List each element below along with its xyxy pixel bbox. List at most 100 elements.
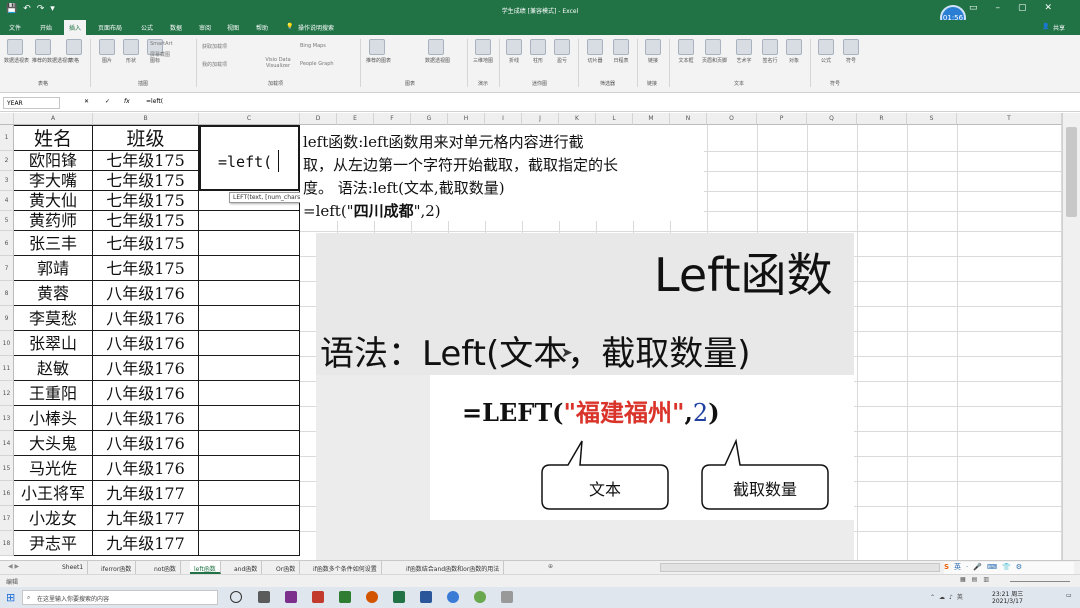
people-graph-button[interactable]: People Graph [300,61,334,67]
class-cell[interactable]: 八年级176 [93,306,199,331]
table-cell[interactable] [199,356,300,381]
name-cell[interactable]: 黄蓉 [14,281,93,306]
app-icon[interactable] [285,591,297,603]
column-header[interactable]: T [957,113,1062,125]
class-cell[interactable]: 九年级177 [93,531,199,556]
table-cell[interactable] [199,331,300,356]
row-header[interactable]: 3 [0,171,14,191]
sheet-tab[interactable]: if函数结合and函数和or函数的用法 [402,561,505,574]
sheet-tab[interactable]: and函数 [230,561,263,574]
row-header[interactable]: 14 [0,431,14,456]
object-button[interactable]: 对象 [783,39,805,64]
name-cell[interactable]: 王重阳 [14,381,93,406]
menu-file[interactable]: 文件 [9,23,21,32]
menu-data[interactable]: 数据 [170,23,182,32]
column-header[interactable]: K [559,113,596,125]
table-cell[interactable] [199,381,300,406]
app-icon[interactable] [258,591,270,603]
wordart-button[interactable]: 艺术字 [733,39,755,64]
taskbar-date[interactable]: 2021/3/17 [992,598,1023,605]
windows-start-icon[interactable]: ⊞ [6,591,15,604]
class-cell[interactable]: 九年级177 [93,481,199,506]
column-header[interactable]: R [857,113,907,125]
sheet-tab[interactable]: not函数 [150,561,181,574]
row-header[interactable]: 5 [0,211,14,231]
name-cell[interactable]: 黄药师 [14,211,93,231]
text-box-button[interactable]: 文本框 [675,39,697,64]
name-cell[interactable]: 黄大仙 [14,191,93,211]
name-cell[interactable]: 小王将军 [14,481,93,506]
symbol-button[interactable]: 符号 [840,39,862,64]
header-cell-name[interactable]: 姓名 [14,125,93,151]
column-header[interactable]: L [596,113,633,125]
row-header[interactable]: 12 [0,381,14,406]
column-header[interactable]: I [485,113,522,125]
name-cell[interactable]: 郭靖 [14,256,93,281]
share-button[interactable]: 共享 [1053,23,1065,32]
smartart-button[interactable]: SmartArt [150,41,173,47]
column-header[interactable]: C [199,113,300,125]
name-cell[interactable]: 张三丰 [14,231,93,256]
class-cell[interactable]: 八年级176 [93,281,199,306]
window-controls[interactable]: ▭–▢✕ [969,3,1070,13]
sparkline-column-button[interactable]: 柱形 [527,39,549,64]
column-header[interactable]: A [14,113,93,125]
class-cell[interactable]: 七年级175 [93,231,199,256]
slicer-button[interactable]: 切片器 [584,39,606,64]
app-icon[interactable] [312,591,324,603]
quick-access-toolbar[interactable]: 💾↶↷▾ [6,4,61,14]
column-header[interactable]: S [907,113,957,125]
row-header[interactable]: 16 [0,481,14,506]
vertical-scrollbar[interactable] [1062,113,1080,560]
task-view-icon[interactable] [230,591,242,603]
view-buttons[interactable]: ▦▤▥ [960,576,995,583]
column-header[interactable]: O [707,113,757,125]
table-cell[interactable] [199,306,300,331]
app-icon[interactable] [366,591,378,603]
word-taskbar-icon[interactable] [420,591,432,603]
row-header[interactable]: 17 [0,506,14,531]
row-header[interactable]: 4 [0,191,14,211]
table-cell[interactable] [199,231,300,256]
row-header[interactable]: 15 [0,456,14,481]
row-header[interactable]: 8 [0,281,14,306]
row-header[interactable]: 6 [0,231,14,256]
sheet-tab[interactable]: Or函数 [272,561,301,574]
name-cell[interactable]: 李大嘴 [14,171,93,191]
column-header[interactable]: N [670,113,707,125]
column-header[interactable]: H [448,113,485,125]
menu-page-layout[interactable]: 页面布局 [98,23,122,32]
row-header[interactable]: 7 [0,256,14,281]
menu-home[interactable]: 开始 [40,23,52,32]
header-cell-class[interactable]: 班级 [93,125,199,151]
app-icon[interactable] [474,591,486,603]
menu-review[interactable]: 审阅 [199,23,211,32]
excel-taskbar-icon[interactable] [393,591,405,603]
table-button[interactable]: 表格 [63,39,85,64]
note-textbox[interactable]: left函数:left函数用来对单元格内容进行截 取，从左边第一个字符开始截取，… [300,125,704,221]
table-cell[interactable] [199,531,300,556]
column-header[interactable]: B [93,113,199,125]
name-cell[interactable]: 欧阳锋 [14,151,93,171]
screenshot-button[interactable]: 屏幕截图 [150,51,170,58]
row-header[interactable]: 13 [0,406,14,431]
table-cell[interactable] [199,431,300,456]
table-cell[interactable] [199,506,300,531]
table-cell[interactable] [199,456,300,481]
sparkline-winloss-button[interactable]: 盈亏 [551,39,573,64]
pictures-button[interactable]: 图片 [96,39,118,64]
table-cell[interactable] [199,256,300,281]
function-tooltip[interactable]: LEFT(text, [num_chars]) [229,192,309,203]
column-header[interactable]: Q [807,113,857,125]
class-cell[interactable]: 八年级176 [93,331,199,356]
class-cell[interactable]: 八年级176 [93,431,199,456]
table-cell[interactable] [199,481,300,506]
menu-insert[interactable]: 插入 [64,20,87,35]
ime-toolbar[interactable]: S英·🎤⌨👕⚙ [944,562,1074,574]
menu-view[interactable]: 视图 [227,23,239,32]
bing-maps-button[interactable]: Bing Maps [300,43,326,49]
header-footer-button[interactable]: 页眉和页脚 [702,39,727,64]
sheet-tab[interactable]: iferror函数 [97,561,137,574]
name-cell[interactable]: 小龙女 [14,506,93,531]
name-cell[interactable]: 赵敏 [14,356,93,381]
